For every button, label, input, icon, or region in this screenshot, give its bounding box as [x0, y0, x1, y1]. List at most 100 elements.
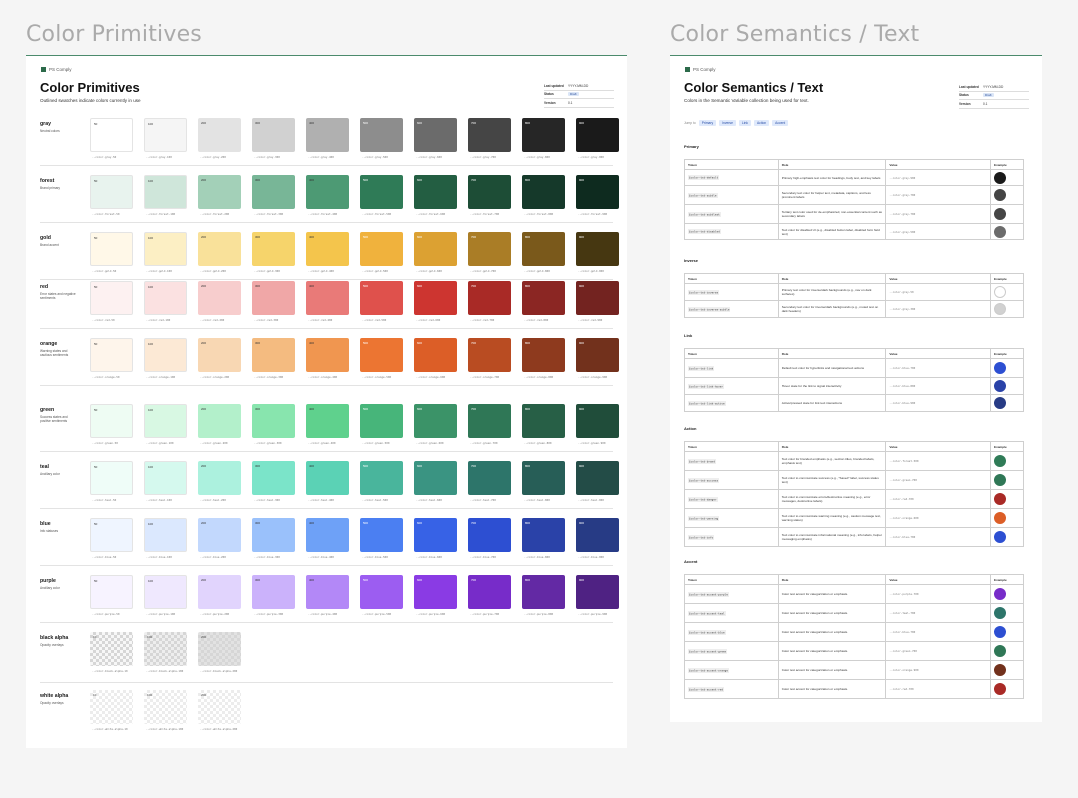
color-swatch[interactable]: 50: [90, 461, 133, 495]
color-swatch[interactable]: 100: [144, 461, 187, 495]
alpha-swatch[interactable]: 100: [144, 690, 187, 724]
color-swatch[interactable]: 50: [90, 118, 133, 152]
color-swatch[interactable]: 300: [252, 518, 295, 552]
color-swatch[interactable]: 500: [360, 338, 403, 372]
color-swatch[interactable]: 300: [252, 404, 295, 438]
color-swatch[interactable]: 50: [90, 575, 133, 609]
color-swatch[interactable]: 100: [144, 404, 187, 438]
color-swatch[interactable]: 100: [144, 118, 187, 152]
alpha-swatch[interactable]: 10: [90, 690, 133, 724]
token-name[interactable]: $color-txt-accent-blue: [688, 629, 726, 635]
color-swatch[interactable]: 300: [252, 461, 295, 495]
color-swatch[interactable]: 200: [198, 338, 241, 372]
color-swatch[interactable]: 500: [360, 175, 403, 209]
color-swatch[interactable]: 50: [90, 518, 133, 552]
color-swatch[interactable]: 600: [414, 518, 457, 552]
color-swatch[interactable]: 500: [360, 518, 403, 552]
token-name[interactable]: $color-txt-disabled: [688, 229, 721, 234]
color-swatch[interactable]: 600: [414, 338, 457, 372]
color-swatch[interactable]: 600: [414, 118, 457, 152]
color-swatch[interactable]: 700: [468, 575, 511, 609]
color-swatch[interactable]: 900: [576, 281, 619, 315]
token-name[interactable]: $color-txt-success: [688, 477, 720, 483]
color-swatch[interactable]: 900: [576, 575, 619, 609]
color-swatch[interactable]: 900: [576, 404, 619, 438]
color-swatch[interactable]: 800: [522, 175, 565, 209]
token-name[interactable]: $color-txt-brand: [688, 458, 716, 464]
color-swatch[interactable]: 500: [360, 404, 403, 438]
alpha-swatch[interactable]: 10: [90, 632, 133, 666]
jump-chip-action[interactable]: Action: [753, 120, 770, 126]
color-swatch[interactable]: 700: [468, 518, 511, 552]
jump-chip-link[interactable]: Link: [738, 120, 751, 126]
token-name[interactable]: $color-txt-subtle: [688, 192, 718, 198]
color-swatch[interactable]: 700: [468, 461, 511, 495]
color-swatch[interactable]: 600: [414, 232, 457, 266]
color-swatch[interactable]: 400: [306, 281, 349, 315]
color-swatch[interactable]: 700: [468, 118, 511, 152]
color-swatch[interactable]: 700: [468, 232, 511, 266]
alpha-swatch[interactable]: 200: [198, 690, 241, 724]
color-swatch[interactable]: 200: [198, 575, 241, 609]
color-swatch[interactable]: 300: [252, 118, 295, 152]
color-swatch[interactable]: 800: [522, 338, 565, 372]
color-swatch[interactable]: 300: [252, 232, 295, 266]
token-name[interactable]: $color-txt-accent-purple: [688, 591, 729, 597]
color-swatch[interactable]: 50: [90, 404, 133, 438]
token-name[interactable]: $color-txt-link-hover: [688, 383, 724, 389]
color-swatch[interactable]: 400: [306, 338, 349, 372]
color-swatch[interactable]: 800: [522, 281, 565, 315]
token-name[interactable]: $color-txt-default: [688, 175, 720, 180]
color-swatch[interactable]: 400: [306, 575, 349, 609]
color-swatch[interactable]: 500: [360, 575, 403, 609]
token-name[interactable]: $color-txt-link: [688, 365, 715, 371]
color-swatch[interactable]: 500: [360, 118, 403, 152]
color-swatch[interactable]: 100: [144, 575, 187, 609]
color-swatch[interactable]: 200: [198, 518, 241, 552]
color-swatch[interactable]: 600: [414, 175, 457, 209]
token-name[interactable]: $color-txt-accent-orange: [688, 667, 729, 673]
color-swatch[interactable]: 800: [522, 575, 565, 609]
color-swatch[interactable]: 600: [414, 461, 457, 495]
color-swatch[interactable]: 900: [576, 232, 619, 266]
color-swatch[interactable]: 900: [576, 118, 619, 152]
color-swatch[interactable]: 300: [252, 281, 295, 315]
color-swatch[interactable]: 200: [198, 175, 241, 209]
color-swatch[interactable]: 500: [360, 281, 403, 315]
color-swatch[interactable]: 900: [576, 461, 619, 495]
color-swatch[interactable]: 600: [414, 575, 457, 609]
jump-chip-inverse[interactable]: Inverse: [719, 120, 736, 126]
color-swatch[interactable]: 100: [144, 175, 187, 209]
jump-chip-accent[interactable]: Accent: [772, 120, 789, 126]
token-name[interactable]: $color-txt-inverse: [688, 289, 720, 295]
token-name[interactable]: $color-txt-accent-green: [688, 648, 728, 654]
color-swatch[interactable]: 600: [414, 404, 457, 438]
color-swatch[interactable]: 400: [306, 518, 349, 552]
token-name[interactable]: $color-txt-danger: [688, 496, 718, 502]
color-swatch[interactable]: 50: [90, 281, 133, 315]
color-swatch[interactable]: 400: [306, 461, 349, 495]
color-swatch[interactable]: 200: [198, 404, 241, 438]
color-swatch[interactable]: 900: [576, 338, 619, 372]
color-swatch[interactable]: 600: [414, 281, 457, 315]
color-swatch[interactable]: 50: [90, 232, 133, 266]
color-swatch[interactable]: 50: [90, 338, 133, 372]
color-swatch[interactable]: 400: [306, 404, 349, 438]
color-swatch[interactable]: 200: [198, 232, 241, 266]
color-swatch[interactable]: 800: [522, 118, 565, 152]
color-swatch[interactable]: 800: [522, 518, 565, 552]
color-swatch[interactable]: 900: [576, 175, 619, 209]
color-swatch[interactable]: 200: [198, 118, 241, 152]
color-swatch[interactable]: 700: [468, 281, 511, 315]
color-swatch[interactable]: 300: [252, 575, 295, 609]
color-swatch[interactable]: 800: [522, 404, 565, 438]
color-swatch[interactable]: 300: [252, 175, 295, 209]
color-swatch[interactable]: 200: [198, 281, 241, 315]
color-swatch[interactable]: 100: [144, 281, 187, 315]
color-swatch[interactable]: 100: [144, 518, 187, 552]
token-name[interactable]: $color-txt-link-active: [688, 400, 726, 406]
token-name[interactable]: $color-txt-info: [688, 534, 715, 540]
color-swatch[interactable]: 700: [468, 404, 511, 438]
color-swatch[interactable]: 100: [144, 338, 187, 372]
token-name[interactable]: $color-txt-accent-teal: [688, 610, 726, 616]
